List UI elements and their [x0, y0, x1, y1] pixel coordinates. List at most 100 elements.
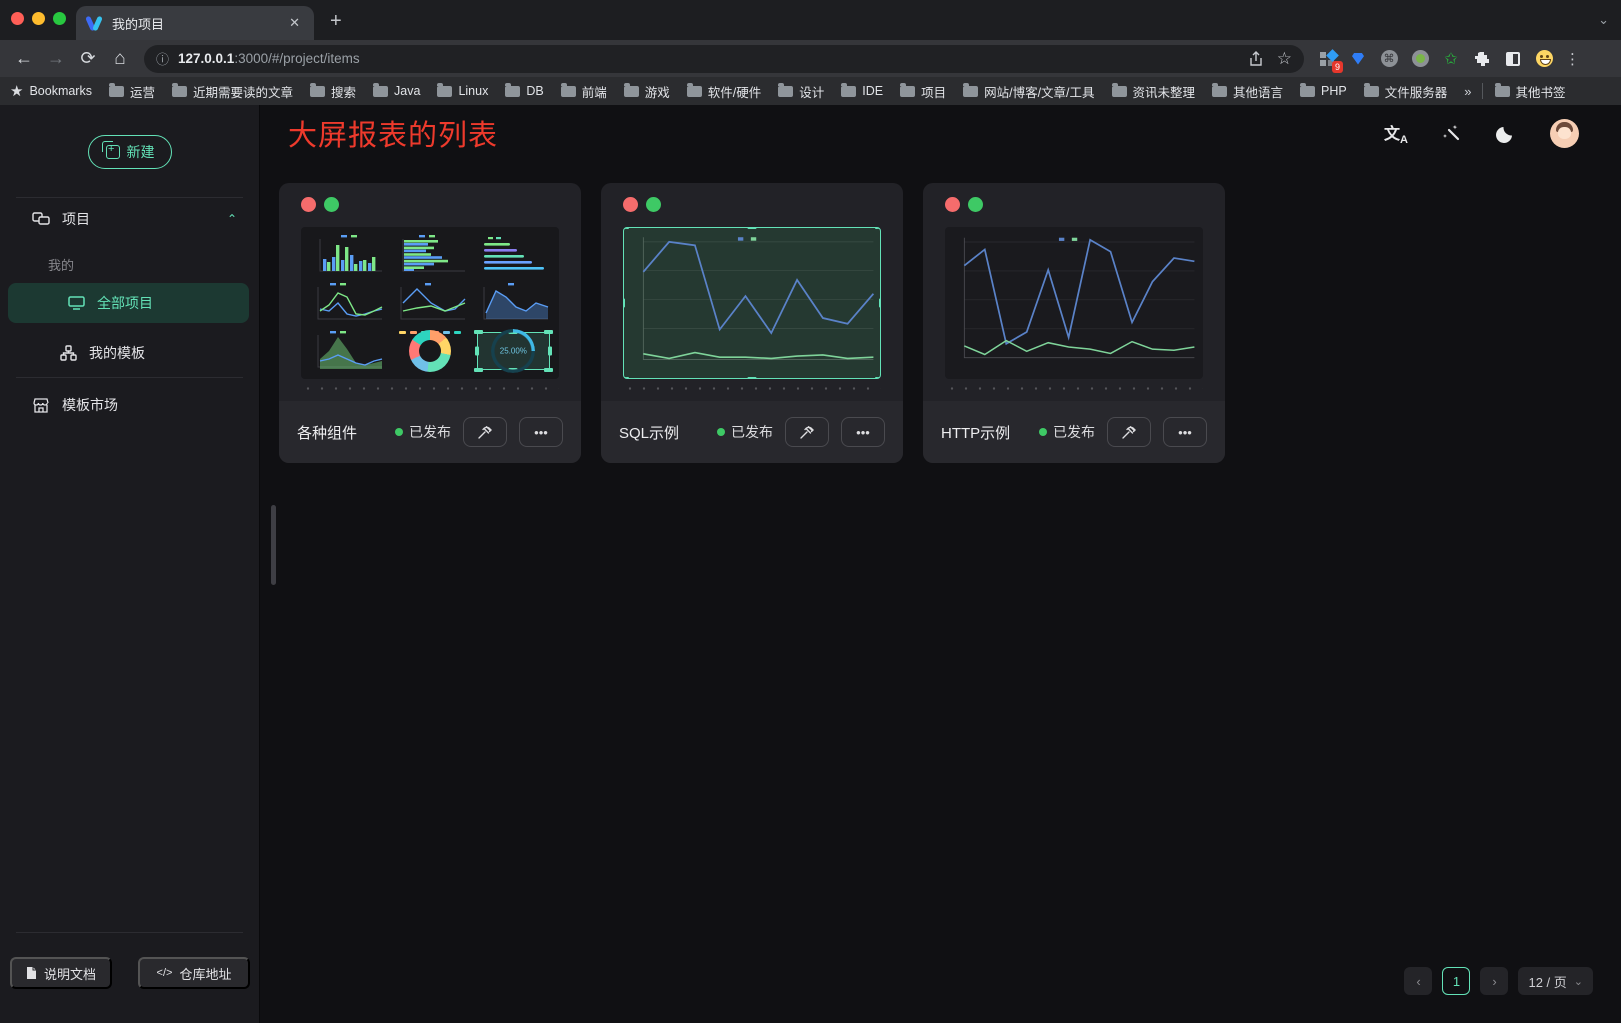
edit-hammer-button[interactable] — [785, 417, 829, 447]
card-title: SQL示例 — [619, 422, 679, 443]
scrollbar-thumb[interactable] — [271, 505, 276, 585]
user-avatar[interactable] — [1550, 119, 1579, 148]
status-dot — [395, 428, 403, 436]
mini-bar-chart — [307, 233, 386, 277]
other-bookmarks[interactable]: 其他书签 — [1495, 82, 1566, 101]
project-card[interactable]: SQL示例 已发布 ••• — [601, 183, 903, 463]
bookmark-folder[interactable]: Linux — [437, 84, 488, 98]
address-bar[interactable]: ⓘ 127.0.0.1:3000/#/project/items ☆ — [144, 45, 1304, 73]
extension-record-icon[interactable] — [1411, 50, 1429, 68]
bookmark-folder[interactable]: PHP — [1300, 84, 1347, 98]
sidebar-item-template-market[interactable]: 模板市场 — [0, 385, 259, 425]
bookmark-folder[interactable]: 资讯未整理 — [1112, 82, 1196, 101]
sidebar-item-my-templates[interactable]: 我的模板 — [0, 333, 259, 373]
card-footer: 各种组件 已发布 ••• — [279, 401, 581, 463]
sidebar-item-project[interactable]: 项目 ⌃ — [0, 199, 259, 239]
edit-hammer-button[interactable] — [463, 417, 507, 447]
edit-hammer-button[interactable] — [1107, 417, 1151, 447]
current-page-button[interactable]: 1 — [1442, 967, 1470, 995]
bookmark-folder[interactable]: 游戏 — [624, 82, 670, 101]
forward-button[interactable]: → — [40, 48, 72, 69]
site-info-icon[interactable]: ⓘ — [156, 49, 169, 68]
browser-tab[interactable]: 我的项目 ✕ — [76, 6, 314, 40]
prev-page-button[interactable]: ‹ — [1404, 967, 1432, 995]
language-icon[interactable]: 文A — [1384, 120, 1408, 146]
folder-icon — [505, 86, 520, 97]
extension-emoji-icon[interactable] — [1535, 50, 1553, 68]
status-dot — [1039, 428, 1047, 436]
bookmark-folder[interactable]: 软件/硬件 — [687, 82, 761, 101]
bookmark-folder[interactable]: 项目 — [900, 82, 946, 101]
bookmark-folder[interactable]: 文件服务器 — [1364, 82, 1448, 101]
dark-mode-moon-icon[interactable] — [1496, 123, 1516, 143]
chevron-up-icon[interactable]: ⌃ — [227, 212, 237, 226]
extension-darkreader-icon[interactable] — [1504, 50, 1522, 68]
card-traffic-dots — [945, 197, 983, 212]
url-text: 127.0.0.1:3000/#/project/items — [178, 51, 1235, 66]
page-title: 大屏报表的列表 — [288, 112, 498, 154]
tab-close-icon[interactable]: ✕ — [285, 15, 304, 31]
bookmark-folder[interactable]: 前端 — [561, 82, 607, 101]
folder-icon — [172, 86, 187, 97]
zoom-window-button[interactable] — [53, 12, 66, 25]
tab-strip: 我的项目 ✕ + ⌄ — [0, 0, 1621, 40]
bookmark-folder[interactable]: 近期需要读的文章 — [172, 82, 293, 101]
screens-icon — [32, 212, 50, 227]
project-card[interactable]: HTTP示例 已发布 ••• — [923, 183, 1225, 463]
project-card[interactable]: 25.00% 各种组件 已发布 — [279, 183, 581, 463]
folder-icon — [687, 86, 702, 97]
repo-button[interactable]: </> 仓库地址 — [138, 957, 250, 989]
more-options-button[interactable]: ••• — [1163, 417, 1207, 447]
minimize-window-button[interactable] — [32, 12, 45, 25]
more-options-button[interactable]: ••• — [841, 417, 885, 447]
page-header: 大屏报表的列表 文A — [261, 105, 1621, 161]
extensions-puzzle-icon[interactable] — [1473, 50, 1491, 68]
bookmarks-manager[interactable]: ★Bookmarks — [10, 82, 92, 100]
browser-menu-icon[interactable]: ⋮ — [1565, 50, 1580, 68]
folder-icon — [373, 86, 388, 97]
sidebar-item-all-projects[interactable]: 全部项目 — [8, 283, 249, 323]
status-badge: 已发布 — [717, 422, 773, 442]
selection-box: 25.00% — [477, 332, 550, 370]
storefront-icon — [32, 398, 50, 413]
docs-button[interactable]: 说明文档 — [10, 957, 112, 989]
status-badge: 已发布 — [395, 422, 451, 442]
home-button[interactable]: ⌂ — [104, 48, 136, 70]
pagination: ‹ 1 › 12 / 页 ⌄ — [1404, 967, 1593, 995]
extensions-area: 9 ⌘ ✩ — [1318, 50, 1553, 68]
mini-area-chart — [474, 281, 553, 325]
bookmark-folder[interactable]: IDE — [841, 84, 883, 98]
bookmark-folder[interactable]: Java — [373, 84, 420, 98]
new-project-button[interactable]: 新建 — [88, 135, 172, 169]
mini-line-chart — [390, 281, 469, 325]
mini-gauge-selected: 25.00% — [474, 329, 553, 373]
close-window-button[interactable] — [11, 12, 24, 25]
bookmark-folder[interactable]: DB — [505, 84, 543, 98]
extension-grid-icon[interactable]: 9 — [1318, 50, 1336, 68]
magic-wand-icon[interactable] — [1442, 123, 1462, 143]
extension-star-icon[interactable]: ✩ — [1442, 50, 1460, 68]
more-options-button[interactable]: ••• — [519, 417, 563, 447]
extension-gem-icon[interactable] — [1349, 50, 1367, 68]
bookmark-folder[interactable]: 其他语言 — [1212, 82, 1283, 101]
share-icon[interactable] — [1249, 51, 1263, 67]
bookmark-folder[interactable]: 设计 — [778, 82, 824, 101]
reload-button[interactable]: ⟳ — [72, 48, 104, 69]
page-size-select[interactable]: 12 / 页 ⌄ — [1518, 967, 1593, 995]
back-button[interactable]: ← — [8, 48, 40, 69]
card-traffic-dots — [301, 197, 339, 212]
extension-command-icon[interactable]: ⌘ — [1380, 50, 1398, 68]
dotted-divider — [623, 387, 881, 390]
next-page-button[interactable]: › — [1480, 967, 1508, 995]
status-badge: 已发布 — [1039, 422, 1095, 442]
dotted-divider — [945, 387, 1203, 390]
bookmark-folder[interactable]: 网站/博客/文章/工具 — [963, 82, 1094, 101]
card-title: 各种组件 — [297, 422, 357, 443]
tab-search-chevron-icon[interactable]: ⌄ — [1598, 12, 1609, 28]
bookmark-folder[interactable]: 搜索 — [310, 82, 356, 101]
bookmarks-overflow-chevron[interactable]: » — [1464, 84, 1471, 99]
bookmark-folder[interactable]: 运营 — [109, 82, 155, 101]
document-icon — [26, 966, 37, 980]
new-tab-button[interactable]: + — [330, 11, 342, 31]
bookmark-star-icon[interactable]: ☆ — [1277, 49, 1292, 69]
